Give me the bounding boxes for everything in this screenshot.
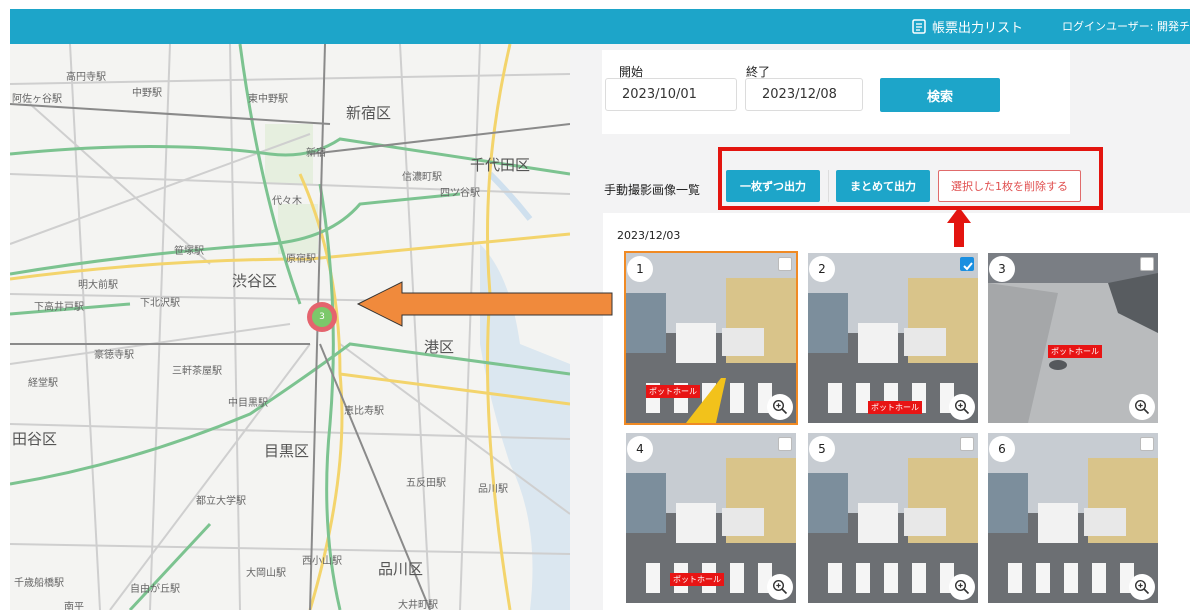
zoom-in-icon[interactable]	[1129, 574, 1155, 600]
map-label: 信濃町駅	[402, 172, 442, 183]
pothole-tag: ポットホール	[868, 401, 922, 414]
checkmark-icon	[963, 262, 973, 271]
map-label: 高円寺駅	[66, 72, 106, 83]
cluster-count: 3	[312, 307, 332, 327]
zoom-in-icon[interactable]	[949, 574, 975, 600]
map-label: 豪徳寺駅	[94, 350, 134, 361]
pothole-tag: ポットホール	[670, 573, 724, 586]
map-label: 田谷区	[12, 430, 58, 448]
pothole-tag: ポットホール	[1048, 345, 1102, 358]
select-checkbox-checked[interactable]	[960, 257, 974, 271]
end-date-input[interactable]: 2023/12/08	[745, 78, 863, 111]
map-label: 中野駅	[132, 88, 162, 99]
map-label: 品川区	[378, 560, 424, 578]
map-label: 経堂駅	[28, 378, 58, 389]
map-label: 下北沢駅	[140, 298, 180, 309]
report-list-link[interactable]: 帳票出力リスト	[912, 17, 1023, 36]
map-label: 西小山駅	[302, 556, 342, 567]
select-checkbox[interactable]	[1140, 437, 1154, 451]
map-label: 原宿駅	[286, 254, 316, 265]
zoom-in-icon[interactable]	[767, 394, 793, 420]
zoom-in-icon[interactable]	[1129, 394, 1155, 420]
image-number: 3	[989, 256, 1015, 282]
map-label: 千代田区	[470, 156, 531, 174]
annotation-arrow-up	[947, 207, 971, 247]
map-label: 大岡山駅	[246, 568, 286, 579]
top-header: 帳票出力リスト ログインユーザー: 開発チ	[10, 9, 1190, 44]
map-label: 品川駅	[478, 484, 508, 495]
select-checkbox[interactable]	[1140, 257, 1154, 271]
document-list-icon	[912, 19, 926, 34]
map-label: 都立大学駅	[196, 496, 246, 507]
map-label: 南平	[64, 602, 84, 610]
map-label: 五反田駅	[406, 478, 446, 489]
image-thumbnail-1[interactable]: ポットホール 1	[624, 251, 798, 425]
image-thumbnail-6[interactable]: 6	[988, 433, 1158, 603]
start-date-input[interactable]: 2023/10/01	[605, 78, 737, 111]
map-label: 恵比寿駅	[344, 406, 384, 417]
map-label: 自由が丘駅	[130, 584, 180, 595]
pothole-tag: ポットホール	[646, 385, 700, 398]
image-number: 2	[809, 256, 835, 282]
map-label: 大井町駅	[398, 600, 438, 610]
report-list-label: 帳票出力リスト	[932, 21, 1024, 36]
image-number: 4	[627, 436, 653, 462]
image-number: 6	[989, 436, 1015, 462]
map-label: 港区	[424, 338, 455, 356]
highlight-frame	[718, 147, 1103, 210]
map-label: 渋谷区	[232, 272, 278, 290]
map-label: 四ツ谷駅	[440, 188, 480, 199]
gallery-date: 2023/12/03	[617, 229, 681, 242]
map-label: 新宿	[306, 148, 326, 159]
map-label: 阿佐ヶ谷駅	[12, 94, 62, 105]
login-user-label: ログインユーザー: 開発チ	[1062, 20, 1190, 33]
page: 帳票出力リスト ログインユーザー: 開発チ 高円寺駅 中野駅 阿佐ヶ谷駅 東中野…	[0, 0, 1190, 610]
image-thumbnail-2[interactable]: ポットホール 2	[808, 253, 978, 423]
map-label: 目黒区	[264, 442, 310, 460]
annotation-arrow-left	[356, 281, 613, 327]
map-label: 明大前駅	[78, 280, 118, 291]
search-button[interactable]: 検索	[880, 78, 1000, 112]
select-checkbox[interactable]	[778, 257, 792, 271]
map-label: 東中野駅	[248, 94, 288, 105]
map-label: 千歳船橋駅	[14, 578, 64, 589]
map-label: 下高井戸駅	[34, 302, 84, 313]
image-number: 1	[627, 256, 653, 282]
select-checkbox[interactable]	[778, 437, 792, 451]
image-thumbnail-5[interactable]: 5	[808, 433, 978, 603]
image-thumbnail-3[interactable]: ポットホール 3	[988, 253, 1158, 423]
image-thumbnail-4[interactable]: ポットホール 4	[626, 433, 796, 603]
zoom-in-icon[interactable]	[949, 394, 975, 420]
image-number: 5	[809, 436, 835, 462]
map-label: 中目黒駅	[228, 398, 268, 409]
map-label: 代々木	[272, 196, 302, 207]
manual-images-title: 手動撮影画像一覧	[604, 183, 701, 197]
map-cluster-marker[interactable]: 3	[307, 302, 337, 332]
map-label: 笹塚駅	[174, 246, 204, 257]
select-checkbox[interactable]	[960, 437, 974, 451]
map-label: 新宿区	[346, 104, 392, 122]
zoom-in-icon[interactable]	[767, 574, 793, 600]
map-label: 三軒茶屋駅	[172, 366, 222, 377]
